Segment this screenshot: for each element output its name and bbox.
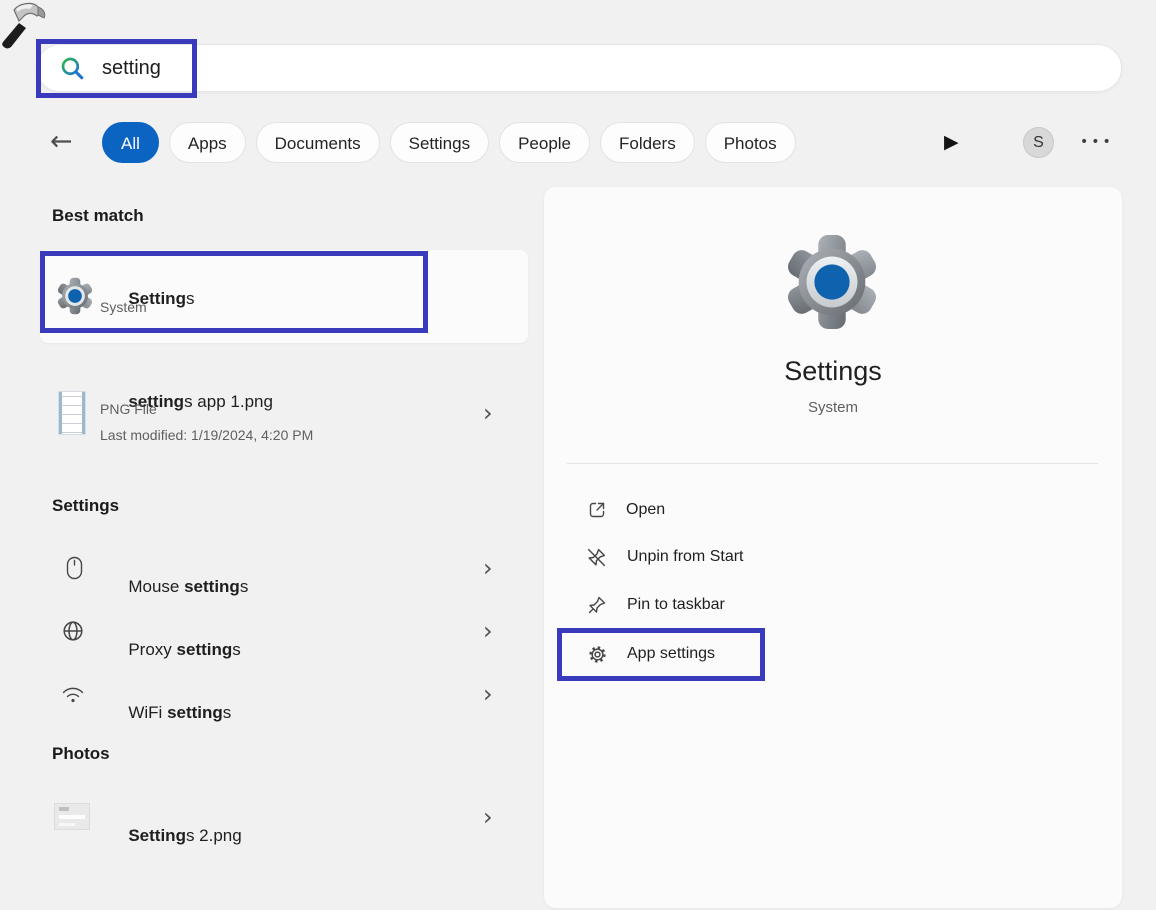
result-label: Settings 2.png (128, 826, 242, 845)
best-match-item-settings[interactable]: Settings System (40, 250, 528, 343)
preview-app-subtitle: System (807, 399, 858, 416)
hammer-cursor-icon (0, 0, 50, 50)
photo-thumbnail-icon (54, 803, 90, 830)
chevron-right-icon[interactable]: › (483, 619, 493, 643)
action-label: Pin to taskbar (627, 596, 725, 613)
result-label: WiFi settings (128, 703, 232, 722)
tab-folders[interactable]: Folders (600, 121, 695, 163)
mouse-icon (66, 556, 83, 580)
more-options-icon[interactable]: ••• (1080, 130, 1114, 154)
settings-section-heading: Settings (52, 496, 120, 515)
open-icon (589, 502, 605, 518)
tab-all[interactable]: All (102, 121, 159, 163)
file-result-settings-app-1[interactable]: settings app 1.png PNG File Last modifie… (40, 365, 528, 457)
chevron-right-icon[interactable]: › (483, 805, 493, 829)
tab-apps[interactable]: Apps (168, 121, 246, 163)
action-pin-to-taskbar[interactable]: Pin to taskbar (586, 587, 1086, 623)
photos-section-heading: Photos (52, 744, 110, 763)
best-match-subtitle: System (100, 299, 147, 315)
tab-settings[interactable]: Settings (389, 121, 490, 163)
result-label: Mouse settings (128, 577, 249, 596)
tab-documents[interactable]: Documents (255, 121, 380, 163)
search-input[interactable] (100, 55, 1004, 81)
action-open[interactable]: Open (587, 492, 1087, 528)
action-label: Open (626, 501, 666, 518)
result-settings-2-png[interactable]: Settings 2.png › (40, 795, 528, 845)
pin-icon (588, 596, 606, 614)
settings-gear-icon-large (783, 233, 881, 331)
windows-search-flyout: ← All Apps Documents Settings People Fol… (0, 0, 1156, 910)
preview-app-title: Settings (784, 356, 882, 386)
run-command-icon[interactable]: ▶ (944, 128, 959, 156)
tab-photos[interactable]: Photos (704, 121, 796, 163)
result-mouse-settings[interactable]: Mouse settings › (40, 546, 528, 596)
result-label: Proxy settings (128, 640, 241, 659)
globe-icon (63, 621, 83, 641)
action-app-settings[interactable]: App settings (587, 636, 1087, 672)
file-thumbnail-icon (58, 391, 86, 435)
action-label: Unpin from Start (627, 548, 744, 565)
action-unpin-from-start[interactable]: Unpin from Start (585, 539, 1085, 575)
best-match-heading: Best match (52, 206, 144, 225)
back-arrow-icon[interactable]: ← (50, 124, 73, 160)
preview-divider (567, 463, 1098, 464)
search-icon (61, 57, 84, 80)
chevron-right-icon[interactable]: › (483, 401, 493, 425)
result-wifi-settings[interactable]: WiFi settings › (40, 672, 528, 722)
result-proxy-settings[interactable]: Proxy settings › (40, 609, 528, 659)
gear-outline-icon (589, 645, 606, 663)
action-label: App settings (627, 645, 716, 662)
chevron-right-icon[interactable]: › (483, 556, 493, 580)
settings-gear-icon (56, 277, 94, 315)
file-type: PNG File (100, 401, 157, 417)
search-bar[interactable] (36, 44, 1122, 92)
tab-people[interactable]: People (499, 121, 591, 163)
unpin-icon (587, 548, 606, 566)
filter-tabs: All Apps Documents Settings People Folde… (102, 121, 796, 163)
chevron-right-icon[interactable]: › (483, 682, 493, 706)
account-avatar[interactable]: S (1023, 127, 1054, 158)
file-modified: Last modified: 1/19/2024, 4:20 PM (100, 427, 314, 443)
wifi-icon (62, 687, 84, 703)
